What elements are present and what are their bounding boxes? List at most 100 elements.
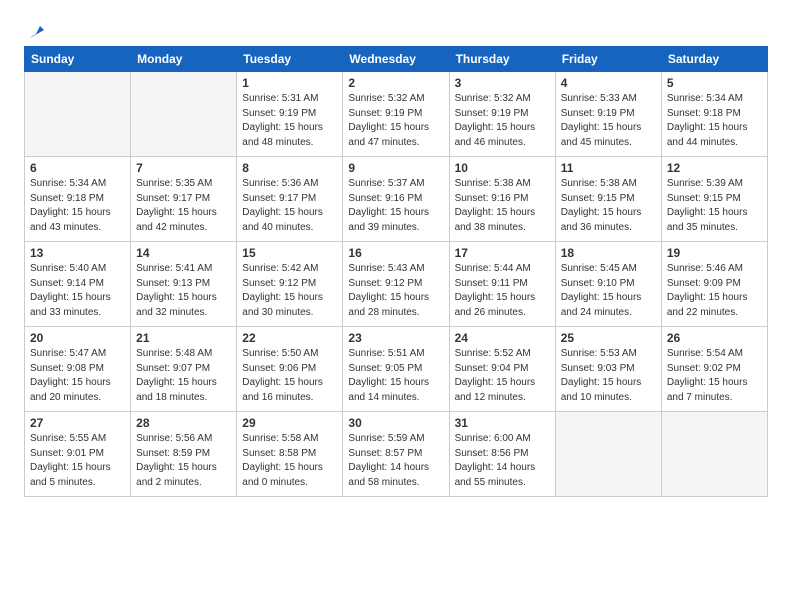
day-number: 22 bbox=[242, 331, 337, 345]
day-of-week-header: Tuesday bbox=[237, 47, 343, 72]
day-info: Sunrise: 5:38 AM Sunset: 9:15 PM Dayligh… bbox=[561, 177, 656, 235]
day-of-week-header: Monday bbox=[131, 47, 237, 72]
day-info: Sunrise: 5:59 AM Sunset: 8:57 PM Dayligh… bbox=[348, 432, 443, 490]
day-number: 31 bbox=[455, 416, 550, 430]
week-row: 27 Sunrise: 5:55 AM Sunset: 9:01 PM Dayli… bbox=[25, 412, 768, 497]
week-row: 13 Sunrise: 5:40 AM Sunset: 9:14 PM Dayli… bbox=[25, 242, 768, 327]
calendar-cell: 13 Sunrise: 5:40 AM Sunset: 9:14 PM Dayli… bbox=[25, 242, 131, 327]
day-number: 1 bbox=[242, 76, 337, 90]
day-info: Sunrise: 5:31 AM Sunset: 9:19 PM Dayligh… bbox=[242, 92, 337, 150]
day-of-week-header: Saturday bbox=[661, 47, 767, 72]
calendar-cell: 4 Sunrise: 5:33 AM Sunset: 9:19 PM Daylig… bbox=[555, 72, 661, 157]
day-info: Sunrise: 5:44 AM Sunset: 9:11 PM Dayligh… bbox=[455, 262, 550, 320]
calendar-cell: 25 Sunrise: 5:53 AM Sunset: 9:03 PM Dayli… bbox=[555, 327, 661, 412]
day-of-week-header: Thursday bbox=[449, 47, 555, 72]
calendar-cell: 10 Sunrise: 5:38 AM Sunset: 9:16 PM Dayli… bbox=[449, 157, 555, 242]
day-number: 26 bbox=[667, 331, 762, 345]
day-info: Sunrise: 5:50 AM Sunset: 9:06 PM Dayligh… bbox=[242, 347, 337, 405]
day-number: 7 bbox=[136, 161, 231, 175]
day-info: Sunrise: 5:43 AM Sunset: 9:12 PM Dayligh… bbox=[348, 262, 443, 320]
day-info: Sunrise: 6:00 AM Sunset: 8:56 PM Dayligh… bbox=[455, 432, 550, 490]
week-row: 6 Sunrise: 5:34 AM Sunset: 9:18 PM Daylig… bbox=[25, 157, 768, 242]
calendar-cell: 24 Sunrise: 5:52 AM Sunset: 9:04 PM Dayli… bbox=[449, 327, 555, 412]
day-info: Sunrise: 5:40 AM Sunset: 9:14 PM Dayligh… bbox=[30, 262, 125, 320]
day-number: 18 bbox=[561, 246, 656, 260]
day-number: 4 bbox=[561, 76, 656, 90]
calendar-cell: 31 Sunrise: 6:00 AM Sunset: 8:56 PM Dayli… bbox=[449, 412, 555, 497]
day-number: 6 bbox=[30, 161, 125, 175]
day-number: 25 bbox=[561, 331, 656, 345]
calendar-cell: 23Sunrise: 5:51 AM Sunset: 9:05 PM Dayli… bbox=[343, 327, 449, 412]
day-info: Sunrise: 5:36 AM Sunset: 9:17 PM Dayligh… bbox=[242, 177, 337, 235]
calendar-cell: 21 Sunrise: 5:48 AM Sunset: 9:07 PM Dayli… bbox=[131, 327, 237, 412]
day-number: 24 bbox=[455, 331, 550, 345]
day-number: 23 bbox=[348, 331, 443, 345]
day-info: Sunrise: 5:33 AM Sunset: 9:19 PM Dayligh… bbox=[561, 92, 656, 150]
day-info: Sunrise: 5:35 AM Sunset: 9:17 PM Dayligh… bbox=[136, 177, 231, 235]
day-number: 19 bbox=[667, 246, 762, 260]
calendar: SundayMondayTuesdayWednesdayThursdayFrid… bbox=[24, 46, 768, 497]
day-number: 3 bbox=[455, 76, 550, 90]
week-row: 1 Sunrise: 5:31 AM Sunset: 9:19 PM Daylig… bbox=[25, 72, 768, 157]
calendar-cell: 14 Sunrise: 5:41 AM Sunset: 9:13 PM Dayli… bbox=[131, 242, 237, 327]
calendar-cell: 7 Sunrise: 5:35 AM Sunset: 9:17 PM Daylig… bbox=[131, 157, 237, 242]
calendar-cell bbox=[131, 72, 237, 157]
day-number: 20 bbox=[30, 331, 125, 345]
day-number: 8 bbox=[242, 161, 337, 175]
day-number: 13 bbox=[30, 246, 125, 260]
calendar-cell: 16 Sunrise: 5:43 AM Sunset: 9:12 PM Dayli… bbox=[343, 242, 449, 327]
day-info: Sunrise: 5:39 AM Sunset: 9:15 PM Dayligh… bbox=[667, 177, 762, 235]
day-info: Sunrise: 5:48 AM Sunset: 9:07 PM Dayligh… bbox=[136, 347, 231, 405]
calendar-cell: 11 Sunrise: 5:38 AM Sunset: 9:15 PM Dayli… bbox=[555, 157, 661, 242]
day-info: Sunrise: 5:56 AM Sunset: 8:59 PM Dayligh… bbox=[136, 432, 231, 490]
day-number: 5 bbox=[667, 76, 762, 90]
calendar-cell: 20Sunrise: 5:47 AM Sunset: 9:08 PM Dayli… bbox=[25, 327, 131, 412]
calendar-cell: 8 Sunrise: 5:36 AM Sunset: 9:17 PM Daylig… bbox=[237, 157, 343, 242]
calendar-header-row: SundayMondayTuesdayWednesdayThursdayFrid… bbox=[25, 47, 768, 72]
day-info: Sunrise: 5:37 AM Sunset: 9:16 PM Dayligh… bbox=[348, 177, 443, 235]
day-number: 10 bbox=[455, 161, 550, 175]
day-info: Sunrise: 5:32 AM Sunset: 9:19 PM Dayligh… bbox=[455, 92, 550, 150]
day-number: 2 bbox=[348, 76, 443, 90]
day-number: 16 bbox=[348, 246, 443, 260]
calendar-cell: 18 Sunrise: 5:45 AM Sunset: 9:10 PM Dayli… bbox=[555, 242, 661, 327]
calendar-cell: 15Sunrise: 5:42 AM Sunset: 9:12 PM Dayli… bbox=[237, 242, 343, 327]
logo-icon bbox=[26, 20, 48, 42]
calendar-cell bbox=[25, 72, 131, 157]
day-info: Sunrise: 5:38 AM Sunset: 9:16 PM Dayligh… bbox=[455, 177, 550, 235]
day-of-week-header: Sunday bbox=[25, 47, 131, 72]
day-number: 27 bbox=[30, 416, 125, 430]
calendar-cell: 28Sunrise: 5:56 AM Sunset: 8:59 PM Dayli… bbox=[131, 412, 237, 497]
week-row: 20Sunrise: 5:47 AM Sunset: 9:08 PM Dayli… bbox=[25, 327, 768, 412]
day-info: Sunrise: 5:55 AM Sunset: 9:01 PM Dayligh… bbox=[30, 432, 125, 490]
calendar-cell: 26Sunrise: 5:54 AM Sunset: 9:02 PM Dayli… bbox=[661, 327, 767, 412]
calendar-cell: 9Sunrise: 5:37 AM Sunset: 9:16 PM Daylig… bbox=[343, 157, 449, 242]
calendar-cell: 30 Sunrise: 5:59 AM Sunset: 8:57 PM Dayli… bbox=[343, 412, 449, 497]
day-of-week-header: Friday bbox=[555, 47, 661, 72]
day-number: 21 bbox=[136, 331, 231, 345]
calendar-cell bbox=[555, 412, 661, 497]
day-number: 12 bbox=[667, 161, 762, 175]
calendar-cell: 29 Sunrise: 5:58 AM Sunset: 8:58 PM Dayli… bbox=[237, 412, 343, 497]
day-of-week-header: Wednesday bbox=[343, 47, 449, 72]
calendar-cell: 12 Sunrise: 5:39 AM Sunset: 9:15 PM Dayli… bbox=[661, 157, 767, 242]
day-info: Sunrise: 5:46 AM Sunset: 9:09 PM Dayligh… bbox=[667, 262, 762, 320]
day-info: Sunrise: 5:34 AM Sunset: 9:18 PM Dayligh… bbox=[30, 177, 125, 235]
calendar-cell: 2 Sunrise: 5:32 AM Sunset: 9:19 PM Daylig… bbox=[343, 72, 449, 157]
page-header bbox=[24, 20, 768, 38]
day-number: 17 bbox=[455, 246, 550, 260]
day-info: Sunrise: 5:41 AM Sunset: 9:13 PM Dayligh… bbox=[136, 262, 231, 320]
day-info: Sunrise: 5:58 AM Sunset: 8:58 PM Dayligh… bbox=[242, 432, 337, 490]
day-number: 14 bbox=[136, 246, 231, 260]
day-number: 30 bbox=[348, 416, 443, 430]
day-info: Sunrise: 5:42 AM Sunset: 9:12 PM Dayligh… bbox=[242, 262, 337, 320]
day-info: Sunrise: 5:52 AM Sunset: 9:04 PM Dayligh… bbox=[455, 347, 550, 405]
day-number: 11 bbox=[561, 161, 656, 175]
calendar-cell: 22 Sunrise: 5:50 AM Sunset: 9:06 PM Dayli… bbox=[237, 327, 343, 412]
day-number: 29 bbox=[242, 416, 337, 430]
day-info: Sunrise: 5:45 AM Sunset: 9:10 PM Dayligh… bbox=[561, 262, 656, 320]
day-info: Sunrise: 5:53 AM Sunset: 9:03 PM Dayligh… bbox=[561, 347, 656, 405]
calendar-cell bbox=[661, 412, 767, 497]
day-info: Sunrise: 5:32 AM Sunset: 9:19 PM Dayligh… bbox=[348, 92, 443, 150]
calendar-cell: 17 Sunrise: 5:44 AM Sunset: 9:11 PM Dayli… bbox=[449, 242, 555, 327]
